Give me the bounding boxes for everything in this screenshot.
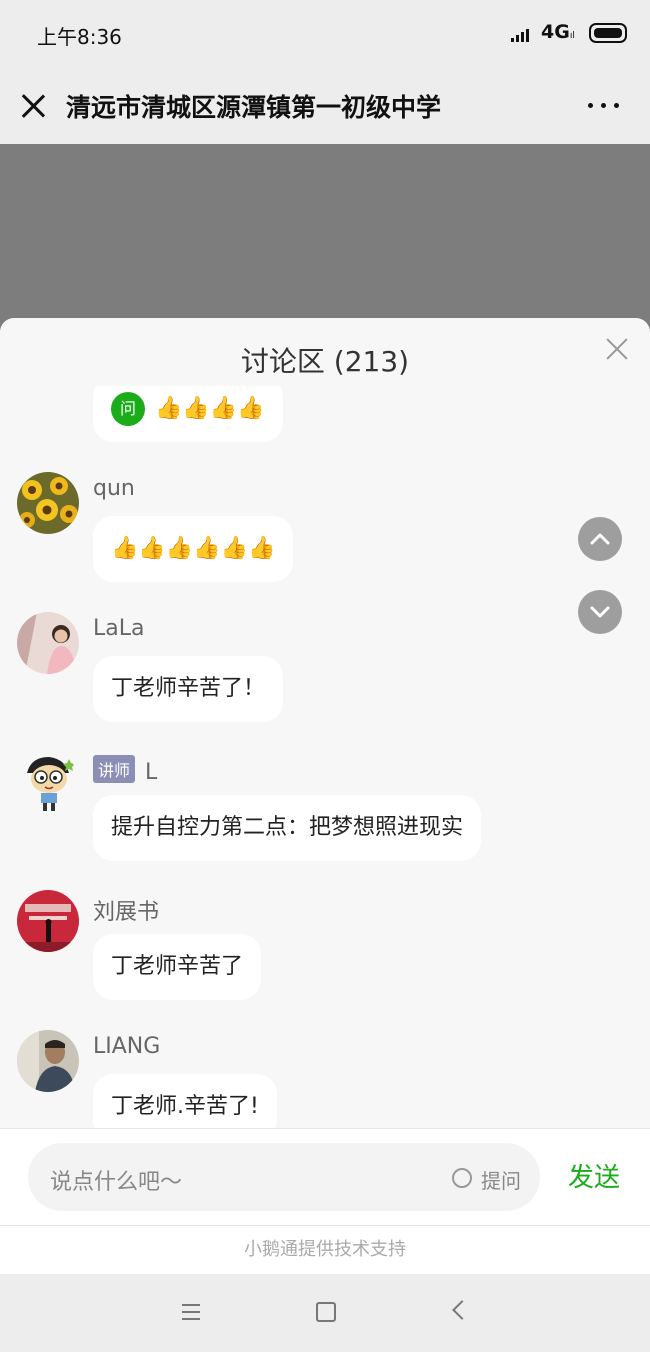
support-footer: 小鹅通提供技术支持 [0,1225,650,1274]
username: LIANG [93,1034,161,1059]
username: qun [93,476,135,501]
comment-input[interactable]: 说点什么吧～ 提问 [28,1143,540,1211]
message-text: 👍👍👍👍 [155,396,265,421]
lecturer-badge: 讲师 [93,755,136,783]
avatar[interactable] [17,1030,79,1092]
message-bubble: 丁老师.辛苦了! [93,1074,277,1128]
message-bubble: 丁老师辛苦了 [93,934,262,1000]
message-bubble: 丁老师辛苦了！ [93,656,284,722]
status-time: 上午8:36 [37,25,122,49]
back-icon[interactable] [452,1300,472,1320]
username: 刘展书 [93,900,160,925]
battery-icon [589,23,627,43]
chevron-down-icon [590,606,610,618]
message-list[interactable]: 问 👍👍👍👍 qun 👍👍👍👍👍👍 LaLa 丁老师辛苦了！ 讲师 L 提升自控… [0,386,650,1128]
username-text: L [145,760,158,785]
question-badge: 问 [111,392,145,426]
scroll-down-button[interactable] [578,590,622,634]
navigation-bar [0,1274,650,1352]
close-icon[interactable] [606,338,628,360]
message-bubble: 👍👍👍👍👍👍 [93,516,294,582]
username: 讲师 L [93,755,157,785]
chevron-up-icon [590,533,610,545]
message-bubble: 提升自控力第二点：把梦想照进现实 [93,795,482,861]
scroll-up-button[interactable] [578,517,622,561]
ask-question-radio[interactable] [452,1168,472,1188]
network-type: 4Gıl [541,21,575,43]
home-icon[interactable] [316,1302,336,1322]
avatar[interactable] [17,472,79,534]
page-title: 清远市清城区源潭镇第一初级中学 [66,93,442,122]
title-bar: 清远市清城区源潭镇第一初级中学 [0,68,650,144]
avatar[interactable] [17,612,79,674]
status-bar: 上午8:36 4Gıl [0,0,650,68]
video-area[interactable] [0,144,650,334]
ask-question-label[interactable]: 提问 [481,1165,521,1194]
avatar[interactable] [17,751,79,813]
message-bubble: 问 👍👍👍👍 [93,386,283,442]
send-button[interactable]: 发送 [568,1157,620,1194]
avatar[interactable] [17,890,79,952]
input-bar: 说点什么吧～ 提问 发送 [0,1128,650,1225]
signal-icon [511,26,533,42]
input-placeholder: 说点什么吧～ [50,1170,183,1195]
close-icon[interactable] [20,93,46,119]
more-icon[interactable] [588,103,620,109]
discussion-title: 讨论区 (213) [240,345,410,378]
username: LaLa [93,616,145,641]
menu-icon[interactable] [182,1304,200,1320]
